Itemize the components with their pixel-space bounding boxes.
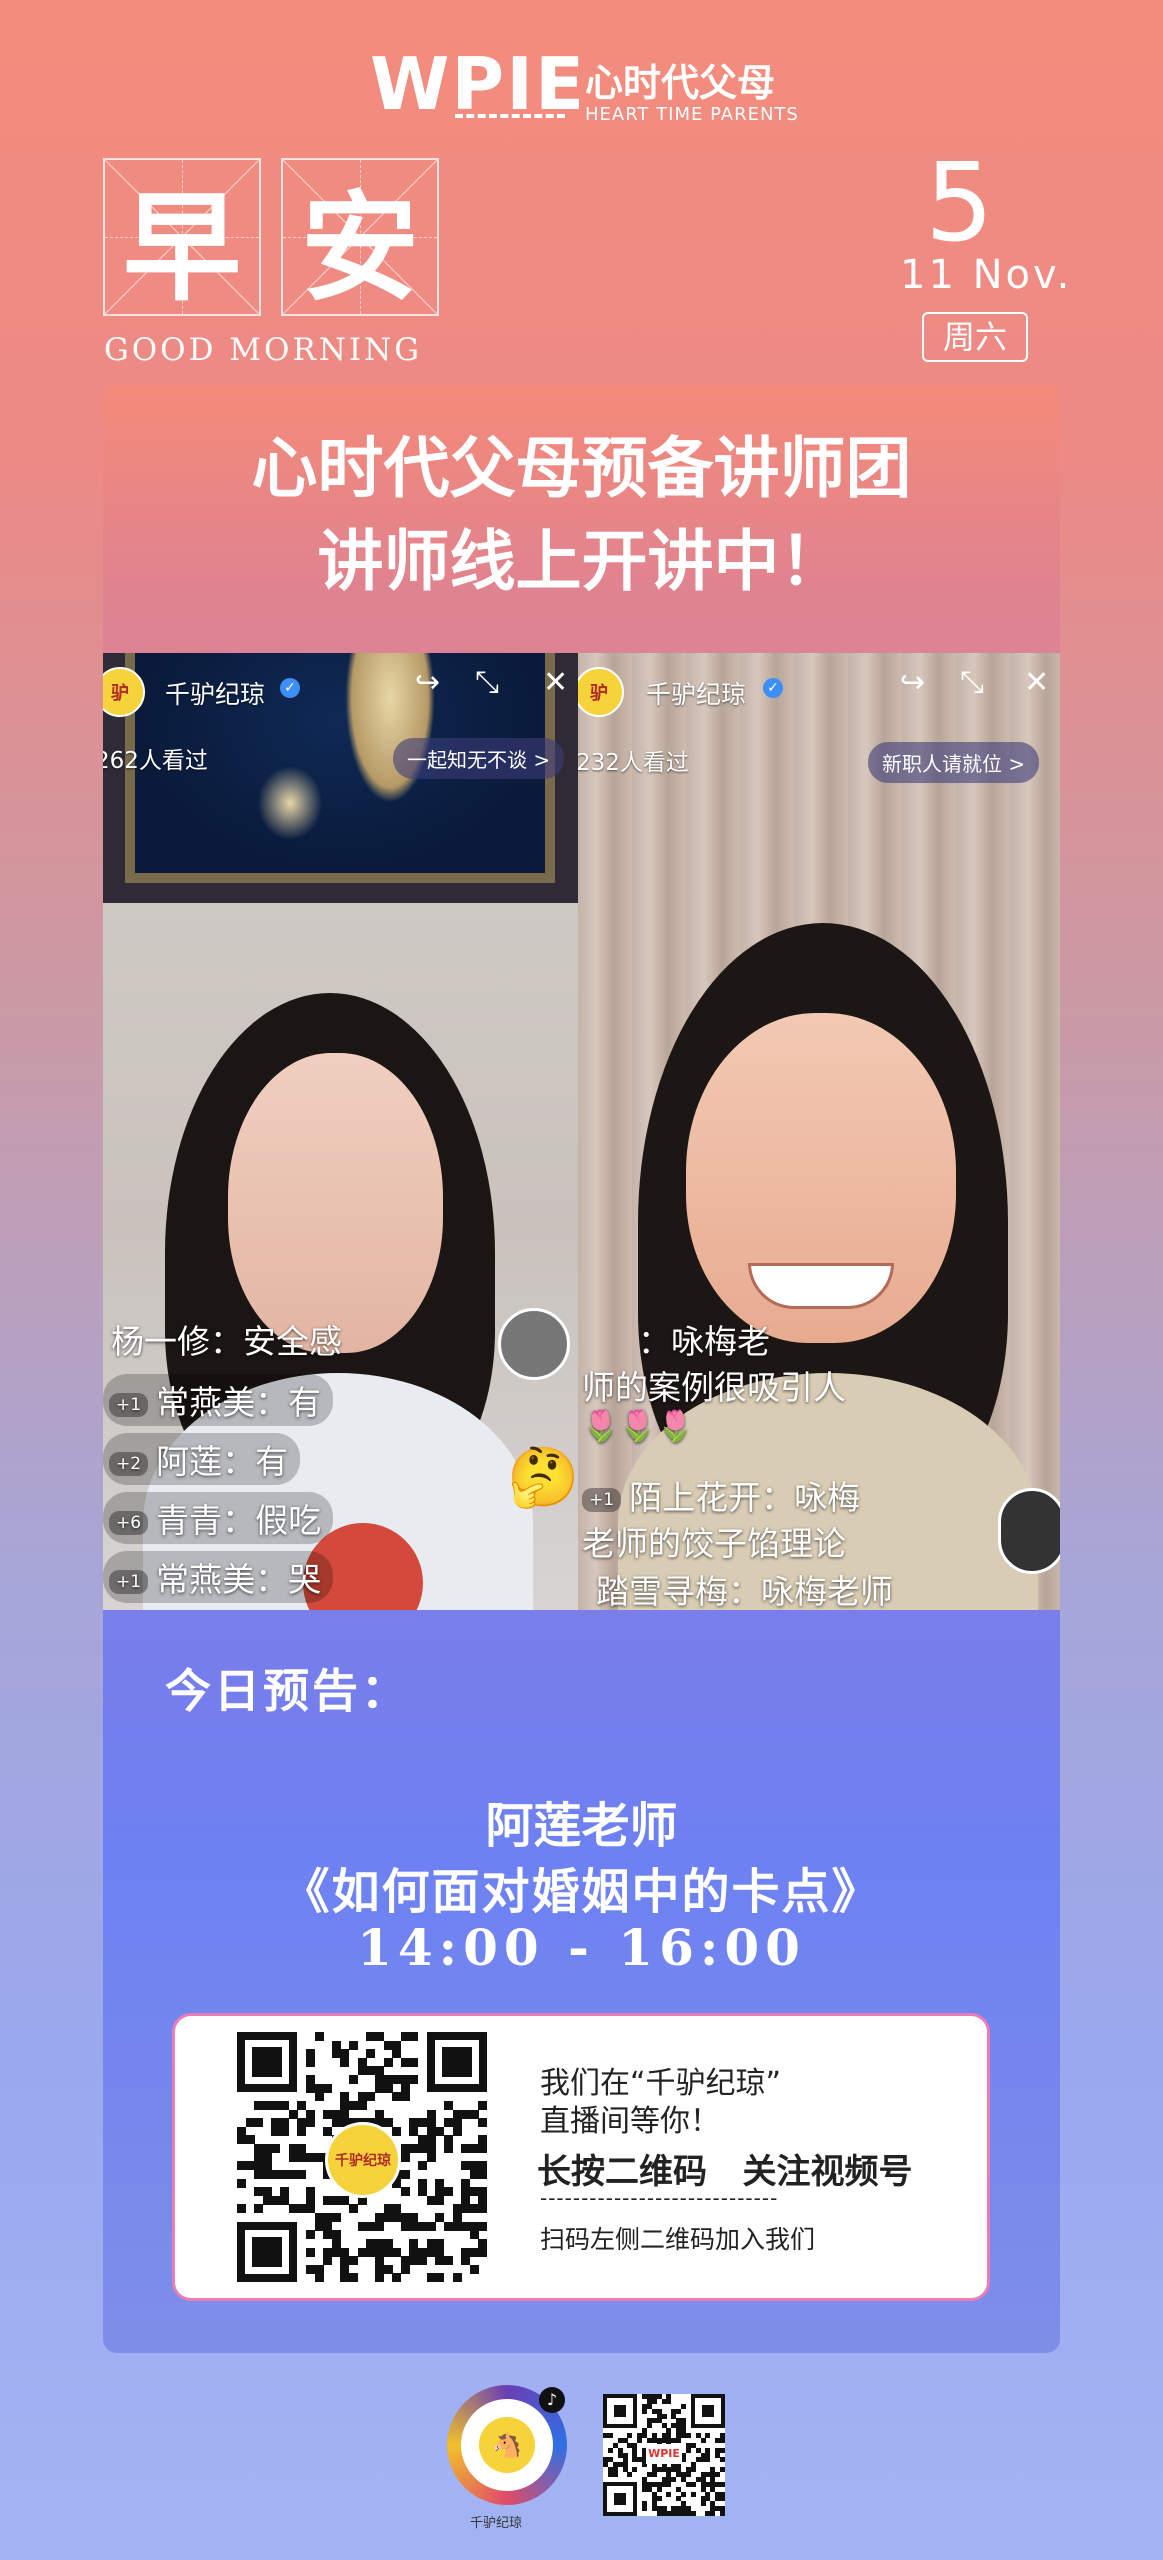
comment-item: +6 青青：假吃 (103, 1492, 334, 1544)
guest-avatar[interactable] (998, 1488, 1060, 1574)
greeting-char-box-1: 早 (103, 158, 261, 317)
verified-icon: ✓ (280, 678, 300, 698)
qr-logo: 千驴纪琼 (325, 2122, 401, 2198)
weekday-badge: 周六 (922, 312, 1028, 362)
footer-qr-label: WPIE (646, 2444, 682, 2464)
lecture-topic: 《如何面对婚姻中的卡点》 (281, 1864, 882, 1920)
share-icon[interactable]: ↪ (900, 665, 925, 700)
footer-qr-code[interactable]: WPIE (603, 2394, 726, 2517)
preview-title: 今日预告： (165, 1664, 410, 1718)
verified-icon: ✓ (763, 678, 783, 698)
qr-card: 千驴纪琼 我们在“千驴纪琼” 直播间等你！ 长按二维码 关注视频号 ------… (175, 2016, 987, 2298)
comment-item: +1 常燕美：哭 (103, 1551, 334, 1603)
card-line-4: 扫码左侧二维码加入我们 (540, 2225, 816, 2254)
live-screenshot-right: 驴 千驴纪琼 ✓ ↪ ⤡ ✕ 232人看过 新职人请就位 > ：咏梅老 师的案例… (578, 653, 1060, 1610)
share-icon[interactable]: ↪ (415, 665, 440, 700)
greeting-en: GOOD MORNING (104, 332, 423, 368)
date-day: 5 (925, 141, 994, 266)
tiktok-icon: ♪ (539, 2387, 565, 2413)
comment-item: 踏雪寻梅：咏梅老师 (596, 1572, 893, 1610)
wpie-logo: WPIE (370, 42, 587, 126)
account-avatar[interactable]: 驴 (578, 667, 624, 717)
greeting-char-2: 安 (300, 177, 419, 317)
footer-caption: 千驴纪琼 (470, 2516, 523, 2531)
brand-name-cn: 心时代父母 (585, 61, 776, 105)
logo-underline (455, 114, 565, 122)
close-icon[interactable]: ✕ (1024, 665, 1049, 700)
donkey-logo-icon: 🐴 (479, 2417, 535, 2473)
date-month: 11 Nov. (900, 252, 1073, 298)
mini-program-code[interactable]: 🐴 ♪ (447, 2385, 567, 2505)
headline-line-1: 心时代父母预备讲师团 (251, 429, 912, 507)
recruit-pill[interactable]: 新职人请就位 > (868, 742, 1040, 783)
view-count: 262人看过 (103, 748, 208, 774)
topic-pill[interactable]: 一起知无不谈 > (393, 738, 565, 779)
minimize-icon[interactable]: ⤡ (960, 665, 984, 700)
lecture-time: 14:00 - 16:00 (357, 1918, 806, 1977)
thinking-emoji-icon: 🤔 (507, 1443, 578, 1511)
view-count: 232人看过 (578, 750, 689, 776)
greeting-char-1: 早 (122, 177, 241, 317)
card-divider: ----------------------------- (540, 2186, 779, 2210)
headline-line-2: 讲师线上开讲中！ (317, 522, 846, 600)
comment-item: 杨一修：安全感 (111, 1322, 342, 1361)
live-screenshot-left: 驴 千驴纪琼 ✓ ↪ ⤡ ✕ 262人看过 一起知无不谈 > 杨一修：安全感 +… (103, 653, 578, 1610)
minimize-icon[interactable]: ⤡ (475, 665, 499, 700)
live-account-name[interactable]: 千驴纪琼 (165, 675, 265, 711)
comment-item: +1 常燕美：有 (103, 1374, 334, 1426)
live-account-name[interactable]: 千驴纪琼 (646, 675, 746, 711)
card-line-2: 直播间等你！ (540, 2104, 720, 2139)
comment-item: ：咏梅老 (638, 1322, 770, 1361)
comment-item: 老师的饺子馅理论 (582, 1524, 846, 1563)
brand-name-en: HEART TIME PARENTS (585, 104, 799, 125)
close-icon[interactable]: ✕ (543, 665, 568, 700)
comment-item: 🌷🌷🌷 (582, 1409, 695, 1444)
greeting-char-box-2: 安 (281, 158, 439, 317)
teacher-name: 阿莲老师 (485, 1798, 678, 1854)
comment-item: +2 阿莲：有 (103, 1433, 301, 1485)
comment-item: 师的案例很吸引人 (582, 1368, 846, 1407)
comment-item: +1 陌上花开：咏梅 (582, 1471, 860, 1519)
guest-avatar[interactable] (498, 1308, 570, 1380)
